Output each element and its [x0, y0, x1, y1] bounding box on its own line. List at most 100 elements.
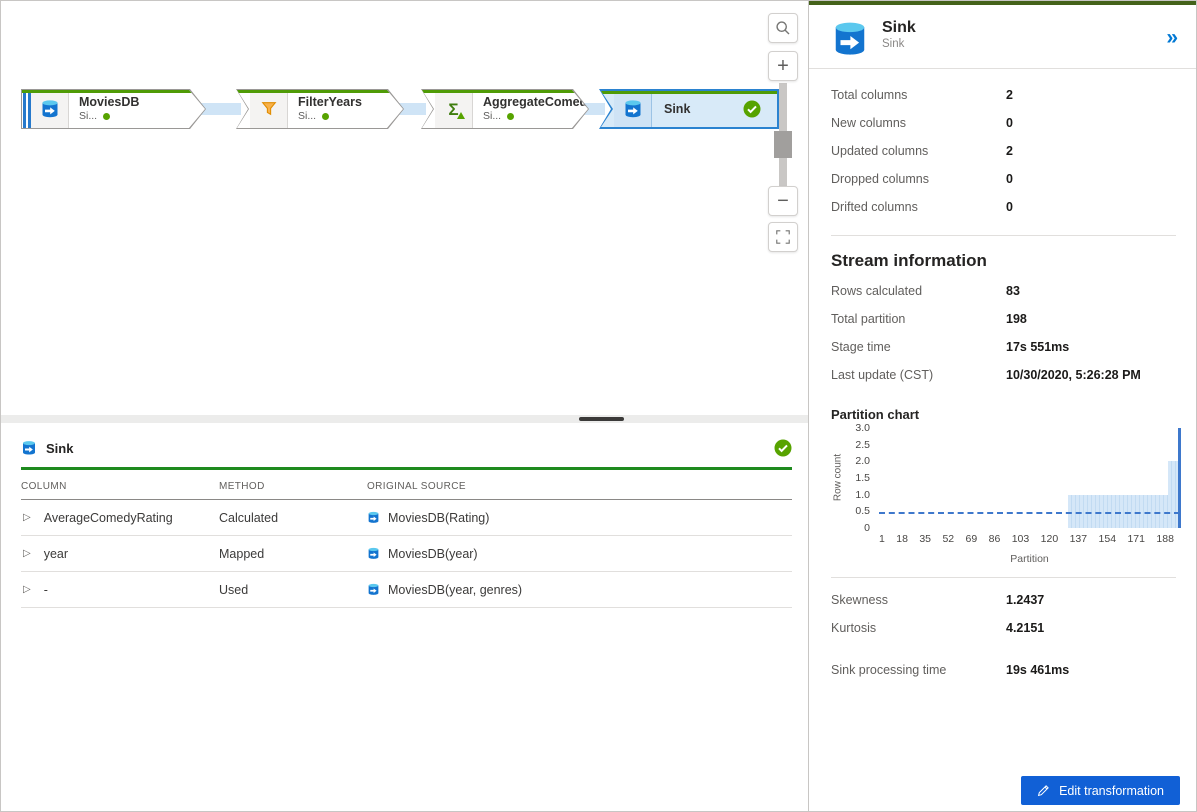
table-row[interactable]: ▷ AverageComedyRating Calculated MoviesDB… — [21, 500, 792, 536]
expand-chevron-icon[interactable]: ▷ — [23, 584, 31, 595]
cell-method: Used — [219, 582, 249, 597]
fit-to-screen-button[interactable] — [768, 222, 798, 252]
node-sink[interactable]: Sink — [599, 89, 779, 129]
column-header: ORIGINAL SOURCE — [367, 481, 466, 492]
node-status-bar — [237, 90, 403, 93]
expand-chevron-icon[interactable]: ▷ — [23, 512, 31, 523]
sink-details-panel: Sink Sink » Total columns 2 New columns 0 … — [808, 1, 1196, 811]
zoom-in-button[interactable]: + — [768, 51, 798, 81]
stat-value: 10/30/2020, 5:26:28 PM — [1006, 368, 1141, 382]
cell-method: Mapped — [219, 546, 265, 561]
cell-column: AverageComedyRating — [43, 510, 173, 525]
node-aggregate[interactable]: Σ AggregateComed... Si... — [421, 89, 589, 129]
dataset-icon — [367, 583, 380, 596]
stat-label: Dropped columns — [831, 172, 929, 186]
x-axis-label: Partition — [1010, 553, 1049, 565]
panel-splitter[interactable] — [1, 415, 808, 423]
node-subtitle: Si... — [79, 110, 98, 123]
y-tick: 0 — [864, 522, 870, 534]
flow-canvas[interactable]: MoviesDB Si... FilterYears Si... Σ Aggre… — [1, 1, 808, 415]
x-tick: 154 — [1098, 533, 1117, 545]
node-title: AggregateComed... — [483, 95, 588, 110]
collapse-chevron-double-right-icon[interactable]: » — [1166, 18, 1178, 58]
stat-label: Total columns — [831, 88, 908, 102]
average-row-count-line — [879, 512, 1180, 514]
dataset-icon — [367, 511, 380, 524]
stat-value: 0 — [1006, 116, 1013, 130]
search-icon — [775, 20, 791, 36]
x-tick: 35 — [919, 533, 932, 545]
stat-value: 4.2151 — [1006, 621, 1045, 635]
sink-dataset-icon — [614, 91, 652, 127]
status-dot — [103, 113, 110, 120]
y-tick: 2.5 — [855, 438, 870, 451]
table-row[interactable]: ▷ year Mapped MoviesDB(year) — [21, 536, 792, 572]
stream-bars-icon — [22, 90, 31, 128]
x-tick: 137 — [1069, 533, 1088, 545]
y-tick: 0.5 — [855, 505, 870, 518]
zoom-out-button[interactable]: − — [768, 186, 798, 216]
stat-label: New columns — [831, 116, 907, 130]
node-status-bar — [422, 90, 588, 93]
stat-label: Stage time — [831, 340, 891, 354]
plus-icon: + — [777, 54, 789, 77]
left-pane: MoviesDB Si... FilterYears Si... Σ Aggre… — [1, 1, 808, 811]
x-tick: 171 — [1127, 533, 1145, 545]
stat-value: 198 — [1006, 312, 1027, 326]
node-moviesdb[interactable]: MoviesDB Si... — [21, 89, 206, 129]
stat-value: 0 — [1006, 172, 1013, 186]
stream-information: Rows calculated 83 Total partition 198 Sta… — [809, 273, 1196, 389]
x-tick: 103 — [1011, 533, 1030, 545]
distribution-stats: Skewness 1.2437 Kurtosis 4.2151 — [809, 565, 1196, 642]
partition-chart-heading: Partition chart — [831, 407, 920, 422]
cell-source: MoviesDB(Rating) — [388, 510, 490, 525]
cell-column: - — [43, 582, 48, 597]
search-zoom-button[interactable] — [768, 13, 798, 43]
bar-segment — [1167, 461, 1179, 528]
stat-value: 83 — [1006, 284, 1020, 298]
y-tick: 1.0 — [855, 488, 870, 501]
x-tick: 69 — [965, 533, 978, 545]
node-filteryears[interactable]: FilterYears Si... — [236, 89, 404, 129]
node-body: Sink — [601, 91, 777, 127]
pencil-icon — [1037, 784, 1050, 797]
source-dataset-icon — [31, 90, 69, 128]
fit-to-screen-icon — [775, 229, 791, 245]
node-status-bar — [22, 90, 205, 93]
x-tick: 1 — [879, 533, 885, 545]
dataset-icon — [367, 547, 380, 560]
node-title: MoviesDB — [79, 95, 140, 110]
sink-dataset-icon — [831, 18, 869, 60]
expand-chevron-icon[interactable]: ▷ — [23, 548, 31, 559]
node-title: Sink — [664, 102, 691, 116]
sink-dataset-icon — [21, 440, 37, 456]
table-row[interactable]: ▷ - Used MoviesDB(year, genres) — [21, 572, 792, 608]
mapping-panel-title: Sink — [46, 440, 74, 456]
edit-transformation-button[interactable]: Edit transformation — [1021, 776, 1180, 805]
column-header: METHOD — [219, 481, 265, 492]
splitter-drag-handle[interactable] — [579, 417, 624, 421]
processing-time: Sink processing time 19s 461ms — [809, 642, 1196, 684]
y-tick-labels: 3.0 2.5 2.0 1.5 1.0 0.5 0 — [845, 422, 875, 534]
status-dot — [507, 113, 514, 120]
zoom-slider-handle[interactable] — [774, 131, 792, 158]
y-tick: 1.5 — [855, 472, 870, 484]
filter-icon — [250, 90, 288, 128]
stream-information-heading: Stream information — [831, 251, 987, 270]
cell-source: MoviesDB(year, genres) — [388, 582, 523, 597]
success-check-icon — [743, 100, 761, 118]
minus-icon: − — [777, 189, 789, 212]
y-tick: 3.0 — [855, 422, 870, 434]
partition-chart-plot — [879, 428, 1182, 528]
panel-title: Sink — [882, 19, 916, 36]
y-tick: 2.0 — [855, 455, 870, 468]
status-dot — [322, 113, 329, 120]
partition-chart: Row count 3.0 2.5 2.0 1.5 1.0 0.5 0 1 18 35 52 69 8… — [831, 422, 1182, 565]
stat-label: Rows calculated — [831, 284, 923, 298]
stat-value: 2 — [1006, 144, 1013, 158]
stat-label: Drifted columns — [831, 200, 918, 214]
y-axis-label: Row count — [832, 453, 844, 502]
data-flow-debug-view: MoviesDB Si... FilterYears Si... Σ Aggre… — [0, 0, 1197, 812]
node-subtitle: Si... — [298, 110, 317, 123]
x-tick-labels: 1 18 35 52 69 86 103 120 137 154 171 188 — [879, 528, 1180, 545]
